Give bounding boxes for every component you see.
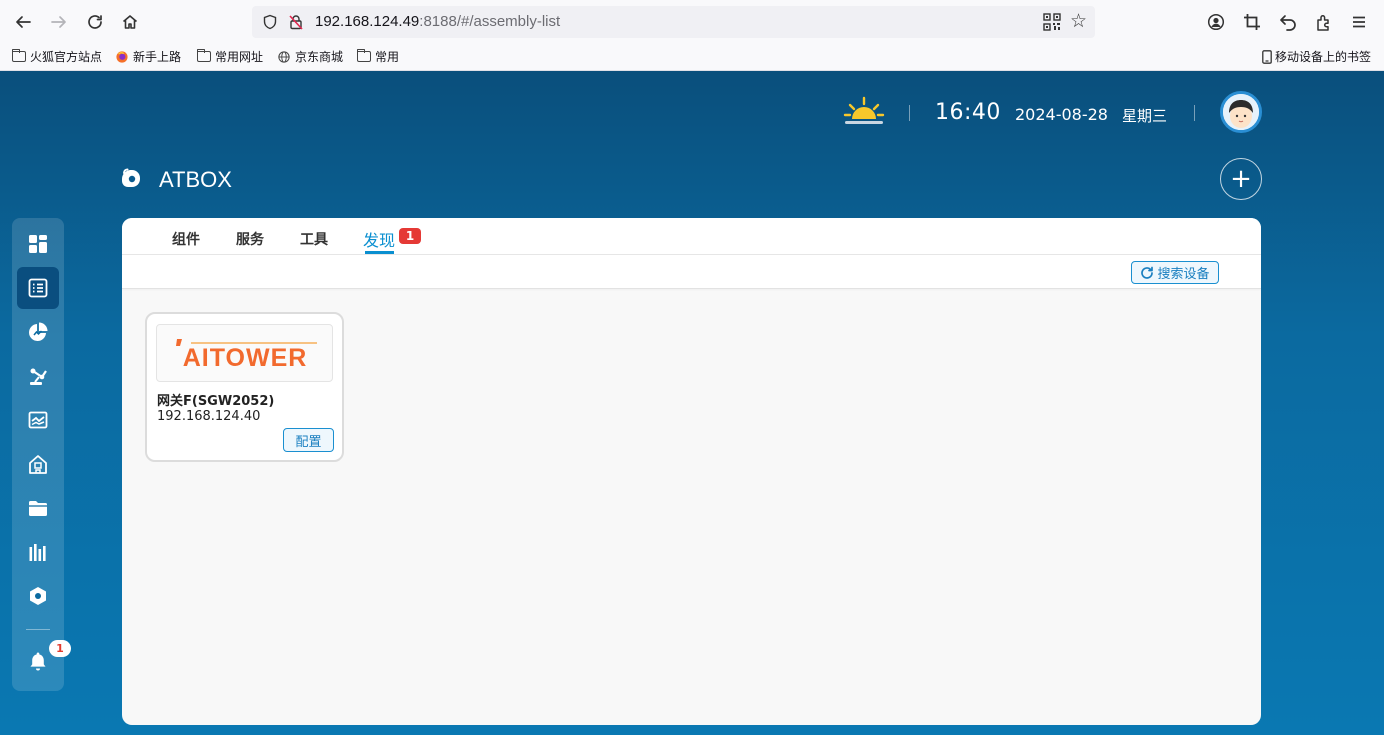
- bar-stats-icon: [29, 544, 46, 561]
- folder-icon: [356, 49, 371, 62]
- weekday: 星期三: [1122, 107, 1168, 125]
- clock-time: 16:40: [935, 100, 1001, 125]
- forward-icon[interactable]: [46, 9, 72, 35]
- tab-tools[interactable]: 工具: [300, 229, 328, 249]
- bookmark-item[interactable]: 京东商城: [277, 48, 343, 65]
- avatar[interactable]: [1220, 91, 1262, 133]
- svg-text:AITOWER: AITOWER: [182, 344, 307, 370]
- sidebar-item-chart[interactable]: [17, 311, 59, 353]
- folder-icon: [29, 501, 47, 516]
- reload-icon[interactable]: [82, 9, 108, 35]
- bookmark-item[interactable]: 常用: [356, 48, 399, 65]
- notification-badge: 1: [49, 640, 71, 657]
- robot-arm-icon: [30, 368, 47, 385]
- crop-icon[interactable]: [1240, 10, 1264, 34]
- menu-icon[interactable]: [1347, 10, 1371, 34]
- mobile-device-icon: [1262, 49, 1272, 64]
- folder-icon: [11, 49, 26, 62]
- tab-components[interactable]: 组件: [172, 229, 200, 249]
- hex-settings-icon: [30, 587, 46, 605]
- home-icon[interactable]: [117, 9, 143, 35]
- current-date: 2024-08-28: [1015, 105, 1108, 124]
- extensions-icon[interactable]: [1312, 10, 1336, 34]
- qr-code-icon[interactable]: [1043, 13, 1061, 31]
- folder-icon: [196, 49, 211, 62]
- panel-toolbar: 搜索设备: [122, 255, 1261, 289]
- device-ip: 192.168.124.40: [157, 409, 261, 424]
- app-background: 16:40 2024-08-28 星期三 ATBOX + 1 组件 服务 工具 …: [0, 71, 1384, 735]
- undo-icon[interactable]: [1276, 10, 1300, 34]
- tab-discover[interactable]: 发现: [363, 227, 395, 251]
- bookmark-star-icon[interactable]: ☆: [1070, 10, 1087, 32]
- divider: [1194, 105, 1195, 121]
- sidebar-item-files[interactable]: [17, 487, 59, 529]
- globe-icon: [278, 50, 290, 63]
- add-button[interactable]: +: [1220, 158, 1262, 200]
- active-tab-indicator: [365, 251, 394, 254]
- tab-bar: 组件 服务 工具 发现 1: [122, 218, 1261, 255]
- search-devices-button[interactable]: 搜索设备: [1131, 261, 1219, 284]
- sidebar-item-monitor[interactable]: [17, 399, 59, 441]
- main-panel: 组件 服务 工具 发现 1 搜索设备 AITOWER 网关F(SGW2052) …: [122, 218, 1261, 725]
- url-text: 192.168.124.49:8188/#/assembly-list: [315, 13, 561, 30]
- firefox-icon: [116, 50, 128, 63]
- divider: [909, 105, 910, 121]
- refresh-icon: [1141, 266, 1154, 279]
- back-icon[interactable]: [10, 9, 36, 35]
- monitor-chart-icon: [28, 411, 48, 429]
- sidebar-divider: [26, 629, 50, 630]
- sidebar: [12, 218, 64, 691]
- insecure-lock-icon[interactable]: [286, 12, 306, 32]
- home-building-icon: [29, 455, 47, 474]
- atbox-logo-icon: [122, 168, 140, 187]
- shield-icon[interactable]: [260, 12, 280, 32]
- bell-icon: [30, 652, 46, 671]
- sidebar-item-dashboard[interactable]: [17, 223, 59, 265]
- bookmarks-bar: 火狐官方站点 新手上路 常用网址 京东商城 常用 移动设备上的书签: [0, 43, 1384, 71]
- sunrise-icon: [843, 96, 885, 124]
- tab-services[interactable]: 服务: [236, 229, 264, 249]
- bookmark-item[interactable]: 常用网址: [196, 48, 263, 65]
- mobile-bookmarks[interactable]: 移动设备上的书签: [1262, 48, 1371, 65]
- address-bar[interactable]: 192.168.124.49:8188/#/assembly-list ☆: [252, 6, 1095, 38]
- bookmark-item[interactable]: 新手上路: [115, 48, 181, 65]
- device-name: 网关F(SGW2052): [157, 394, 275, 409]
- sidebar-item-stats[interactable]: [17, 531, 59, 573]
- account-icon[interactable]: [1204, 10, 1228, 34]
- tab-badge: 1: [399, 228, 421, 244]
- sidebar-item-list[interactable]: [17, 267, 59, 309]
- app-title: ATBOX: [159, 167, 232, 192]
- dashboard-icon: [29, 235, 47, 253]
- list-icon: [28, 278, 48, 298]
- browser-toolbar: 192.168.124.49:8188/#/assembly-list ☆: [0, 0, 1384, 43]
- configure-button[interactable]: 配置: [283, 428, 334, 452]
- device-card[interactable]: AITOWER 网关F(SGW2052) 192.168.124.40 配置: [145, 312, 344, 462]
- aitower-logo: AITOWER: [175, 339, 317, 370]
- sidebar-item-robot[interactable]: [17, 355, 59, 397]
- sidebar-item-building[interactable]: [17, 443, 59, 485]
- sidebar-item-settings[interactable]: [17, 575, 59, 617]
- device-logo: AITOWER: [156, 324, 333, 382]
- bookmark-item[interactable]: 火狐官方站点: [11, 48, 102, 65]
- chart-pie-icon: [29, 322, 48, 341]
